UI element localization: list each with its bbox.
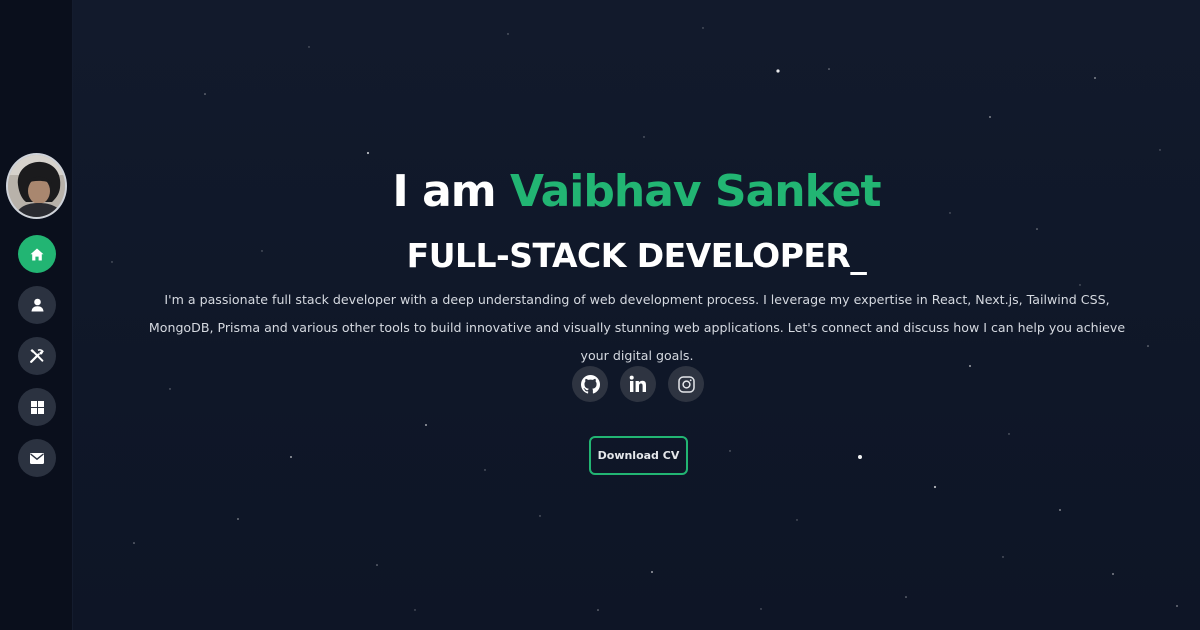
instagram-icon — [677, 375, 695, 393]
envelope-icon — [30, 452, 44, 464]
nav-skills-button[interactable] — [18, 337, 56, 375]
headline-intro: I am — [392, 166, 510, 217]
sidebar-nav — [0, 0, 73, 630]
grid-icon — [30, 400, 44, 414]
linkedin-icon — [629, 375, 646, 392]
nav-projects-button[interactable] — [18, 388, 56, 426]
developer-name: Vaibhav Sanket — [509, 166, 882, 217]
instagram-link[interactable] — [668, 366, 704, 402]
hero-section: I am Vaibhav Sanket FULL-STACK DEVELOPER… — [73, 0, 1200, 630]
portfolio-page: I am Vaibhav Sanket FULL-STACK DEVELOPER… — [0, 0, 1200, 630]
github-icon — [580, 374, 600, 394]
tools-icon — [30, 349, 44, 363]
profile-avatar[interactable] — [6, 153, 67, 219]
profile-photo-icon — [8, 155, 65, 217]
social-links — [572, 366, 704, 404]
role-title: FULL-STACK DEVELOPER_ — [73, 234, 1200, 278]
github-link[interactable] — [572, 366, 608, 402]
role-text: FULL-STACK DEVELOPER — [406, 236, 851, 275]
hero-headline: I am Vaibhav Sanket — [73, 164, 1200, 220]
typing-cursor: _ — [850, 236, 867, 275]
nav-contact-button[interactable] — [18, 439, 56, 477]
home-icon — [30, 248, 44, 260]
download-cv-button[interactable]: Download CV — [589, 436, 688, 475]
bio-paragraph: I'm a passionate full stack developer wi… — [148, 292, 1126, 363]
user-icon — [31, 298, 43, 312]
linkedin-link[interactable] — [620, 366, 656, 402]
nav-home-button[interactable] — [18, 235, 56, 273]
nav-about-button[interactable] — [18, 286, 56, 324]
